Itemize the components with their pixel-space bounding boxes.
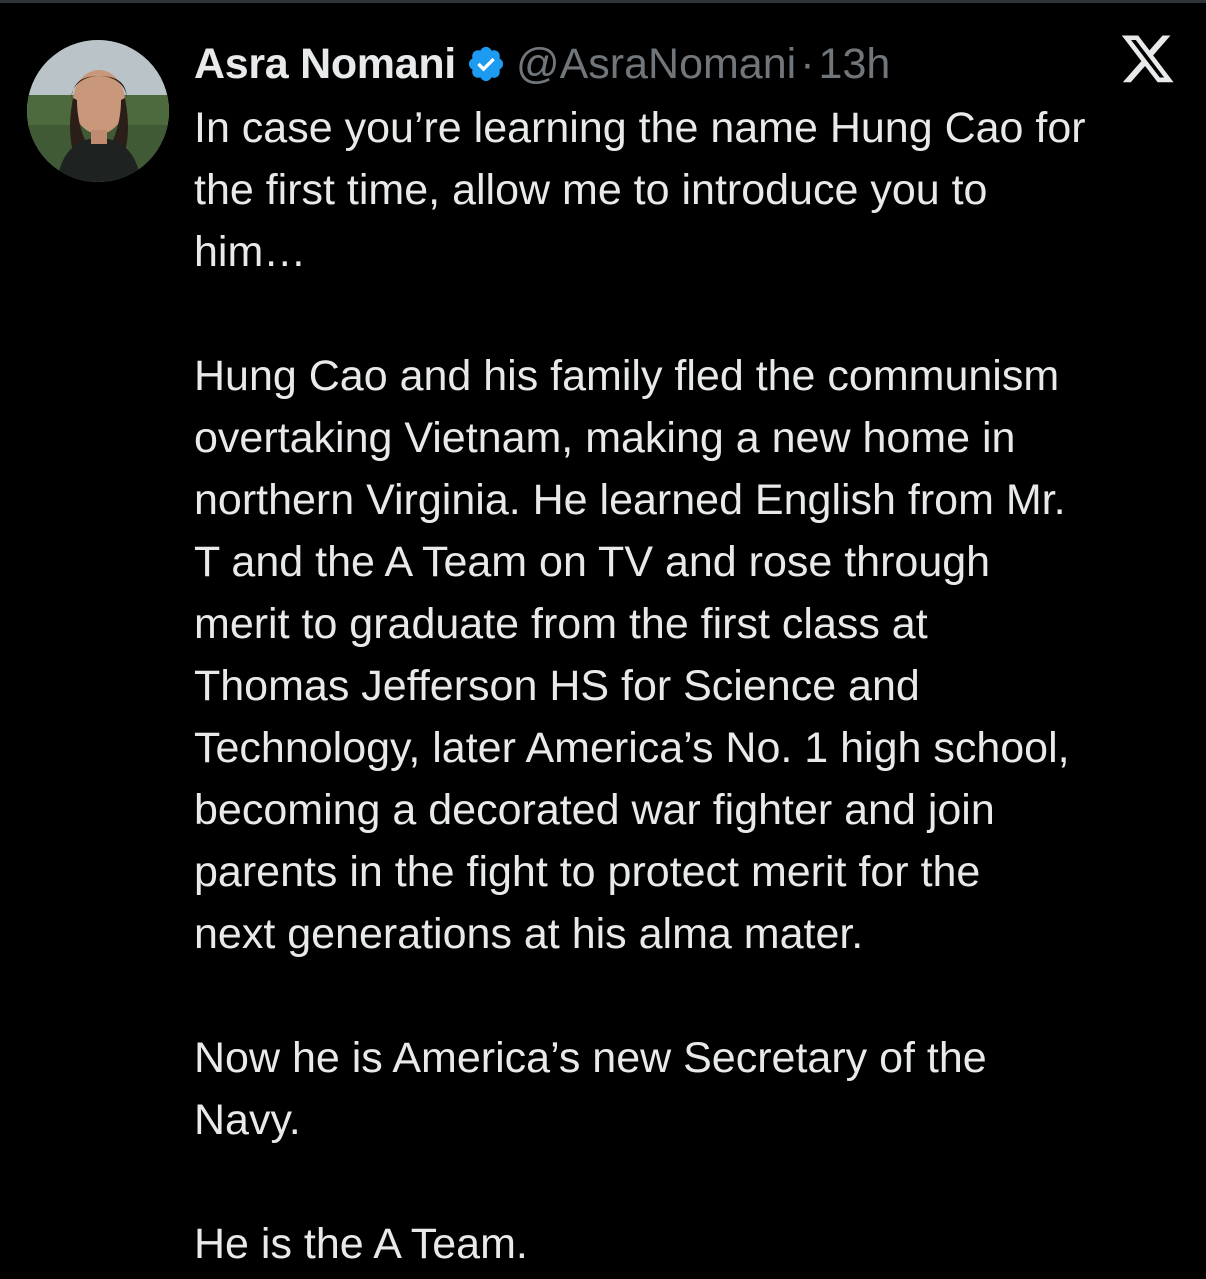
tweet-paragraph: Now he is America’s new Secretary of the… (194, 1034, 987, 1144)
author-handle[interactable]: @AsraNomani (516, 40, 796, 89)
tweet-header: Asra Nomani @AsraNomani · 13h (194, 36, 890, 92)
verified-badge-icon (468, 46, 504, 82)
tweet-paragraph: He is the A Team. (194, 1220, 528, 1268)
avatar[interactable] (27, 40, 169, 182)
author-display-name[interactable]: Asra Nomani (194, 40, 456, 89)
post-timestamp[interactable]: 13h (819, 40, 891, 89)
tweet-text: In case you’re learning the name Hung Ca… (194, 97, 1194, 1275)
meta-separator: · (800, 39, 815, 88)
x-logo-icon[interactable] (1120, 34, 1176, 86)
tweet-paragraph: Hung Cao and his family fled the communi… (194, 352, 1070, 958)
top-divider (0, 0, 1206, 3)
tweet-paragraph: In case you’re learning the name Hung Ca… (194, 104, 1086, 276)
avatar-photo (27, 40, 169, 182)
